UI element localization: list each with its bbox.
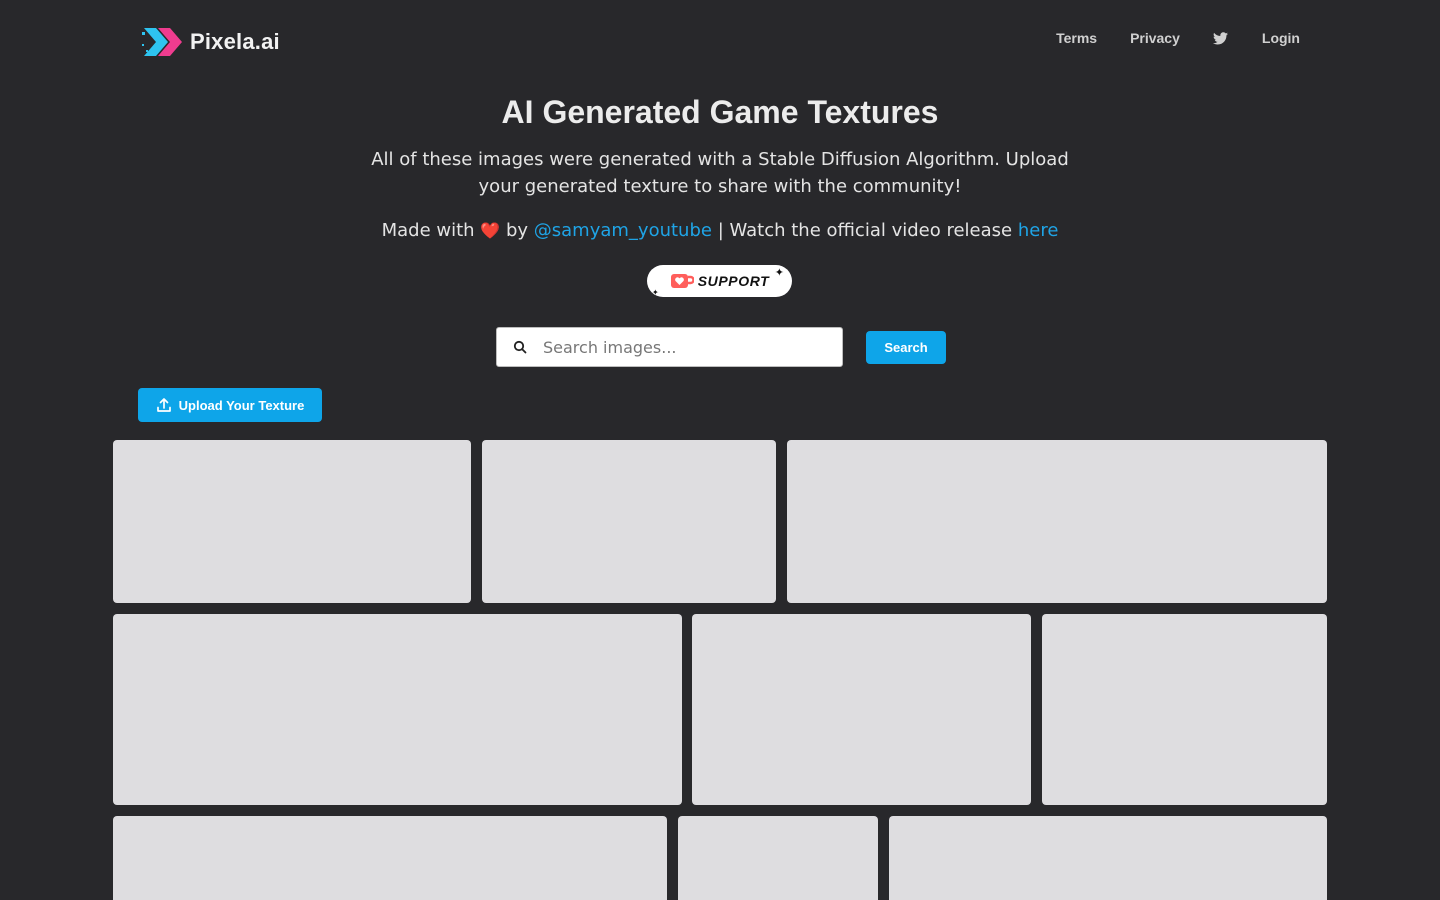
upload-icon <box>156 398 171 412</box>
texture-tile[interactable] <box>482 440 776 603</box>
texture-tile[interactable] <box>678 816 878 900</box>
texture-tile[interactable] <box>113 440 471 603</box>
credit-prefix: Made with <box>381 220 475 241</box>
page-subtitle: All of these images were generated with … <box>371 149 1069 197</box>
nav-terms-link[interactable]: Terms <box>1056 28 1097 48</box>
twitter-icon <box>1212 31 1228 44</box>
search-icon <box>513 340 527 354</box>
heart-icon: ❤️ <box>480 221 501 240</box>
nav-login-link[interactable]: Login <box>1262 28 1300 48</box>
support-label: SUPPORT <box>697 273 770 289</box>
page-title: AI Generated Game Textures <box>501 94 939 130</box>
brand-logo-link[interactable]: Pixela.ai <box>142 24 280 60</box>
nav-links: Terms Privacy Login <box>1056 28 1300 48</box>
pixela-logo-icon <box>142 28 182 56</box>
author-link[interactable]: @samyam_youtube <box>534 220 712 241</box>
search-button[interactable]: Search <box>866 331 946 364</box>
top-navbar: Pixela.ai Terms Privacy Login <box>0 0 1440 84</box>
hero-section: AI Generated Game Textures All of these … <box>0 90 1440 244</box>
nav-privacy-link[interactable]: Privacy <box>1130 28 1180 48</box>
texture-tile[interactable] <box>113 816 667 900</box>
sparkle-icon: ✦ <box>652 288 659 297</box>
twitter-link[interactable] <box>1212 28 1229 48</box>
ko-fi-cup-icon <box>670 274 694 288</box>
video-link[interactable]: here <box>1018 220 1059 241</box>
upload-texture-button[interactable]: Upload Your Texture <box>138 388 322 422</box>
credit-separator: | Watch the official video release <box>717 220 1013 241</box>
texture-tile[interactable] <box>889 816 1327 900</box>
search-box <box>496 327 843 367</box>
texture-tile[interactable] <box>787 440 1327 603</box>
brand-name: Pixela.ai <box>190 29 280 54</box>
upload-label: Upload Your Texture <box>178 397 305 413</box>
texture-tile[interactable] <box>113 614 682 805</box>
texture-tile[interactable] <box>1042 614 1327 805</box>
credit-line: Made with ❤️ by @samyam_youtube | Watch … <box>0 217 1440 244</box>
credit-by: by <box>505 220 529 241</box>
search-input[interactable] <box>543 337 833 357</box>
support-button[interactable]: SUPPORT ✦ ✦ <box>647 265 792 297</box>
sparkle-icon: ✦ <box>774 267 784 279</box>
texture-tile[interactable] <box>692 614 1031 805</box>
